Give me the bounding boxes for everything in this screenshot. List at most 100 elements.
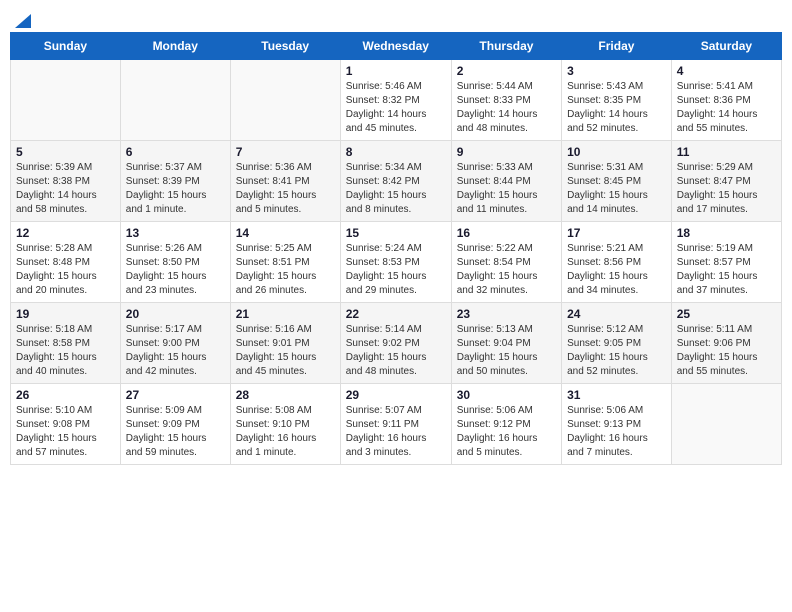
- calendar-day-cell: [120, 60, 230, 141]
- day-number: 21: [236, 307, 335, 321]
- day-info: Sunrise: 5:36 AM Sunset: 8:41 PM Dayligh…: [236, 161, 335, 217]
- day-of-week-header: Thursday: [451, 33, 561, 60]
- day-info: Sunrise: 5:44 AM Sunset: 8:33 PM Dayligh…: [457, 80, 556, 136]
- day-number: 8: [346, 145, 446, 159]
- calendar-day-cell: 13Sunrise: 5:26 AM Sunset: 8:50 PM Dayli…: [120, 222, 230, 303]
- day-info: Sunrise: 5:46 AM Sunset: 8:32 PM Dayligh…: [346, 80, 446, 136]
- day-number: 3: [567, 64, 666, 78]
- calendar-week-row: 1 Sunrise: 5:46 AM Sunset: 8:32 PM Daylig…: [11, 60, 782, 141]
- day-of-week-header: Wednesday: [340, 33, 451, 60]
- calendar-day-cell: 11 Sunrise: 5:29 AM Sunset: 8:47 PM Dayli…: [671, 141, 781, 222]
- day-number: 30: [457, 388, 556, 402]
- calendar-day-cell: 14 Sunrise: 5:25 AM Sunset: 8:51 PM Dayli…: [230, 222, 340, 303]
- day-of-week-header: Saturday: [671, 33, 781, 60]
- day-number: 20: [126, 307, 225, 321]
- day-number: 19: [16, 307, 115, 321]
- day-info: Sunrise: 5:18 AM Sunset: 8:58 PM Dayligh…: [16, 323, 115, 379]
- day-info: Sunrise: 5:24 AM Sunset: 8:53 PM Dayligh…: [346, 242, 446, 298]
- calendar-week-row: 26Sunrise: 5:10 AM Sunset: 9:08 PM Dayli…: [11, 384, 782, 465]
- calendar-day-cell: [230, 60, 340, 141]
- day-info: Sunrise: 5:25 AM Sunset: 8:51 PM Dayligh…: [236, 242, 335, 298]
- calendar-day-cell: 17 Sunrise: 5:21 AM Sunset: 8:56 PM Dayli…: [562, 222, 672, 303]
- day-number: 12: [16, 226, 115, 240]
- calendar-day-cell: 22 Sunrise: 5:14 AM Sunset: 9:02 PM Dayli…: [340, 303, 451, 384]
- day-info: Sunrise: 5:41 AM Sunset: 8:36 PM Dayligh…: [677, 80, 776, 136]
- calendar-day-cell: 26Sunrise: 5:10 AM Sunset: 9:08 PM Dayli…: [11, 384, 121, 465]
- day-number: 23: [457, 307, 556, 321]
- calendar-day-cell: 6 Sunrise: 5:37 AM Sunset: 8:39 PM Daylig…: [120, 141, 230, 222]
- day-number: 25: [677, 307, 776, 321]
- day-info: Sunrise: 5:11 AM Sunset: 9:06 PM Dayligh…: [677, 323, 776, 379]
- calendar-day-cell: 25 Sunrise: 5:11 AM Sunset: 9:06 PM Dayli…: [671, 303, 781, 384]
- day-info: Sunrise: 5:21 AM Sunset: 8:56 PM Dayligh…: [567, 242, 666, 298]
- calendar-week-row: 19 Sunrise: 5:18 AM Sunset: 8:58 PM Dayli…: [11, 303, 782, 384]
- day-info: Sunrise: 5:07 AM Sunset: 9:11 PM Dayligh…: [346, 404, 446, 460]
- calendar-week-row: 12Sunrise: 5:28 AM Sunset: 8:48 PM Dayli…: [11, 222, 782, 303]
- day-number: 1: [346, 64, 446, 78]
- day-info: Sunrise: 5:14 AM Sunset: 9:02 PM Dayligh…: [346, 323, 446, 379]
- day-info: Sunrise: 5:22 AM Sunset: 8:54 PM Dayligh…: [457, 242, 556, 298]
- day-number: 31: [567, 388, 666, 402]
- day-info: Sunrise: 5:08 AM Sunset: 9:10 PM Dayligh…: [236, 404, 335, 460]
- day-number: 5: [16, 145, 115, 159]
- day-number: 6: [126, 145, 225, 159]
- calendar-day-cell: 31 Sunrise: 5:06 AM Sunset: 9:13 PM Dayli…: [562, 384, 672, 465]
- day-info: Sunrise: 5:06 AM Sunset: 9:13 PM Dayligh…: [567, 404, 666, 460]
- day-number: 4: [677, 64, 776, 78]
- calendar-day-cell: 7 Sunrise: 5:36 AM Sunset: 8:41 PM Daylig…: [230, 141, 340, 222]
- day-number: 9: [457, 145, 556, 159]
- calendar-day-cell: 16 Sunrise: 5:22 AM Sunset: 8:54 PM Dayli…: [451, 222, 561, 303]
- calendar-day-cell: 8 Sunrise: 5:34 AM Sunset: 8:42 PM Daylig…: [340, 141, 451, 222]
- day-number: 24: [567, 307, 666, 321]
- day-number: 16: [457, 226, 556, 240]
- calendar-day-cell: 3Sunrise: 5:43 AM Sunset: 8:35 PM Daylig…: [562, 60, 672, 141]
- day-number: 2: [457, 64, 556, 78]
- day-number: 10: [567, 145, 666, 159]
- day-info: Sunrise: 5:31 AM Sunset: 8:45 PM Dayligh…: [567, 161, 666, 217]
- day-info: Sunrise: 5:19 AM Sunset: 8:57 PM Dayligh…: [677, 242, 776, 298]
- calendar-day-cell: [671, 384, 781, 465]
- day-info: Sunrise: 5:29 AM Sunset: 8:47 PM Dayligh…: [677, 161, 776, 217]
- calendar-table: SundayMondayTuesdayWednesdayThursdayFrid…: [10, 32, 782, 465]
- calendar-day-cell: 1 Sunrise: 5:46 AM Sunset: 8:32 PM Daylig…: [340, 60, 451, 141]
- calendar-day-cell: 5 Sunrise: 5:39 AM Sunset: 8:38 PM Daylig…: [11, 141, 121, 222]
- calendar-day-cell: 15 Sunrise: 5:24 AM Sunset: 8:53 PM Dayli…: [340, 222, 451, 303]
- day-info: Sunrise: 5:39 AM Sunset: 8:38 PM Dayligh…: [16, 161, 115, 217]
- calendar-day-cell: 24 Sunrise: 5:12 AM Sunset: 9:05 PM Dayli…: [562, 303, 672, 384]
- day-of-week-header: Friday: [562, 33, 672, 60]
- day-number: 11: [677, 145, 776, 159]
- day-info: Sunrise: 5:17 AM Sunset: 9:00 PM Dayligh…: [126, 323, 225, 379]
- day-of-week-header: Monday: [120, 33, 230, 60]
- day-number: 7: [236, 145, 335, 159]
- calendar-header-row: SundayMondayTuesdayWednesdayThursdayFrid…: [11, 33, 782, 60]
- calendar-day-cell: 10 Sunrise: 5:31 AM Sunset: 8:45 PM Dayli…: [562, 141, 672, 222]
- calendar-day-cell: 2 Sunrise: 5:44 AM Sunset: 8:33 PM Daylig…: [451, 60, 561, 141]
- logo: [14, 14, 32, 24]
- day-number: 15: [346, 226, 446, 240]
- calendar-week-row: 5 Sunrise: 5:39 AM Sunset: 8:38 PM Daylig…: [11, 141, 782, 222]
- calendar-day-cell: 20 Sunrise: 5:17 AM Sunset: 9:00 PM Dayli…: [120, 303, 230, 384]
- day-number: 14: [236, 226, 335, 240]
- calendar-day-cell: 28 Sunrise: 5:08 AM Sunset: 9:10 PM Dayli…: [230, 384, 340, 465]
- calendar-day-cell: 30Sunrise: 5:06 AM Sunset: 9:12 PM Dayli…: [451, 384, 561, 465]
- page-header: [10, 10, 782, 24]
- day-info: Sunrise: 5:37 AM Sunset: 8:39 PM Dayligh…: [126, 161, 225, 217]
- day-number: 28: [236, 388, 335, 402]
- day-info: Sunrise: 5:09 AM Sunset: 9:09 PM Dayligh…: [126, 404, 225, 460]
- calendar-day-cell: 27Sunrise: 5:09 AM Sunset: 9:09 PM Dayli…: [120, 384, 230, 465]
- day-number: 26: [16, 388, 115, 402]
- day-info: Sunrise: 5:12 AM Sunset: 9:05 PM Dayligh…: [567, 323, 666, 379]
- calendar-day-cell: 9Sunrise: 5:33 AM Sunset: 8:44 PM Daylig…: [451, 141, 561, 222]
- calendar-day-cell: 29 Sunrise: 5:07 AM Sunset: 9:11 PM Dayli…: [340, 384, 451, 465]
- calendar-day-cell: 19 Sunrise: 5:18 AM Sunset: 8:58 PM Dayli…: [11, 303, 121, 384]
- calendar-day-cell: 12Sunrise: 5:28 AM Sunset: 8:48 PM Dayli…: [11, 222, 121, 303]
- calendar-day-cell: 18Sunrise: 5:19 AM Sunset: 8:57 PM Dayli…: [671, 222, 781, 303]
- day-number: 29: [346, 388, 446, 402]
- day-of-week-header: Tuesday: [230, 33, 340, 60]
- day-info: Sunrise: 5:34 AM Sunset: 8:42 PM Dayligh…: [346, 161, 446, 217]
- day-number: 22: [346, 307, 446, 321]
- day-number: 17: [567, 226, 666, 240]
- day-info: Sunrise: 5:16 AM Sunset: 9:01 PM Dayligh…: [236, 323, 335, 379]
- calendar-day-cell: 21 Sunrise: 5:16 AM Sunset: 9:01 PM Dayli…: [230, 303, 340, 384]
- calendar-day-cell: [11, 60, 121, 141]
